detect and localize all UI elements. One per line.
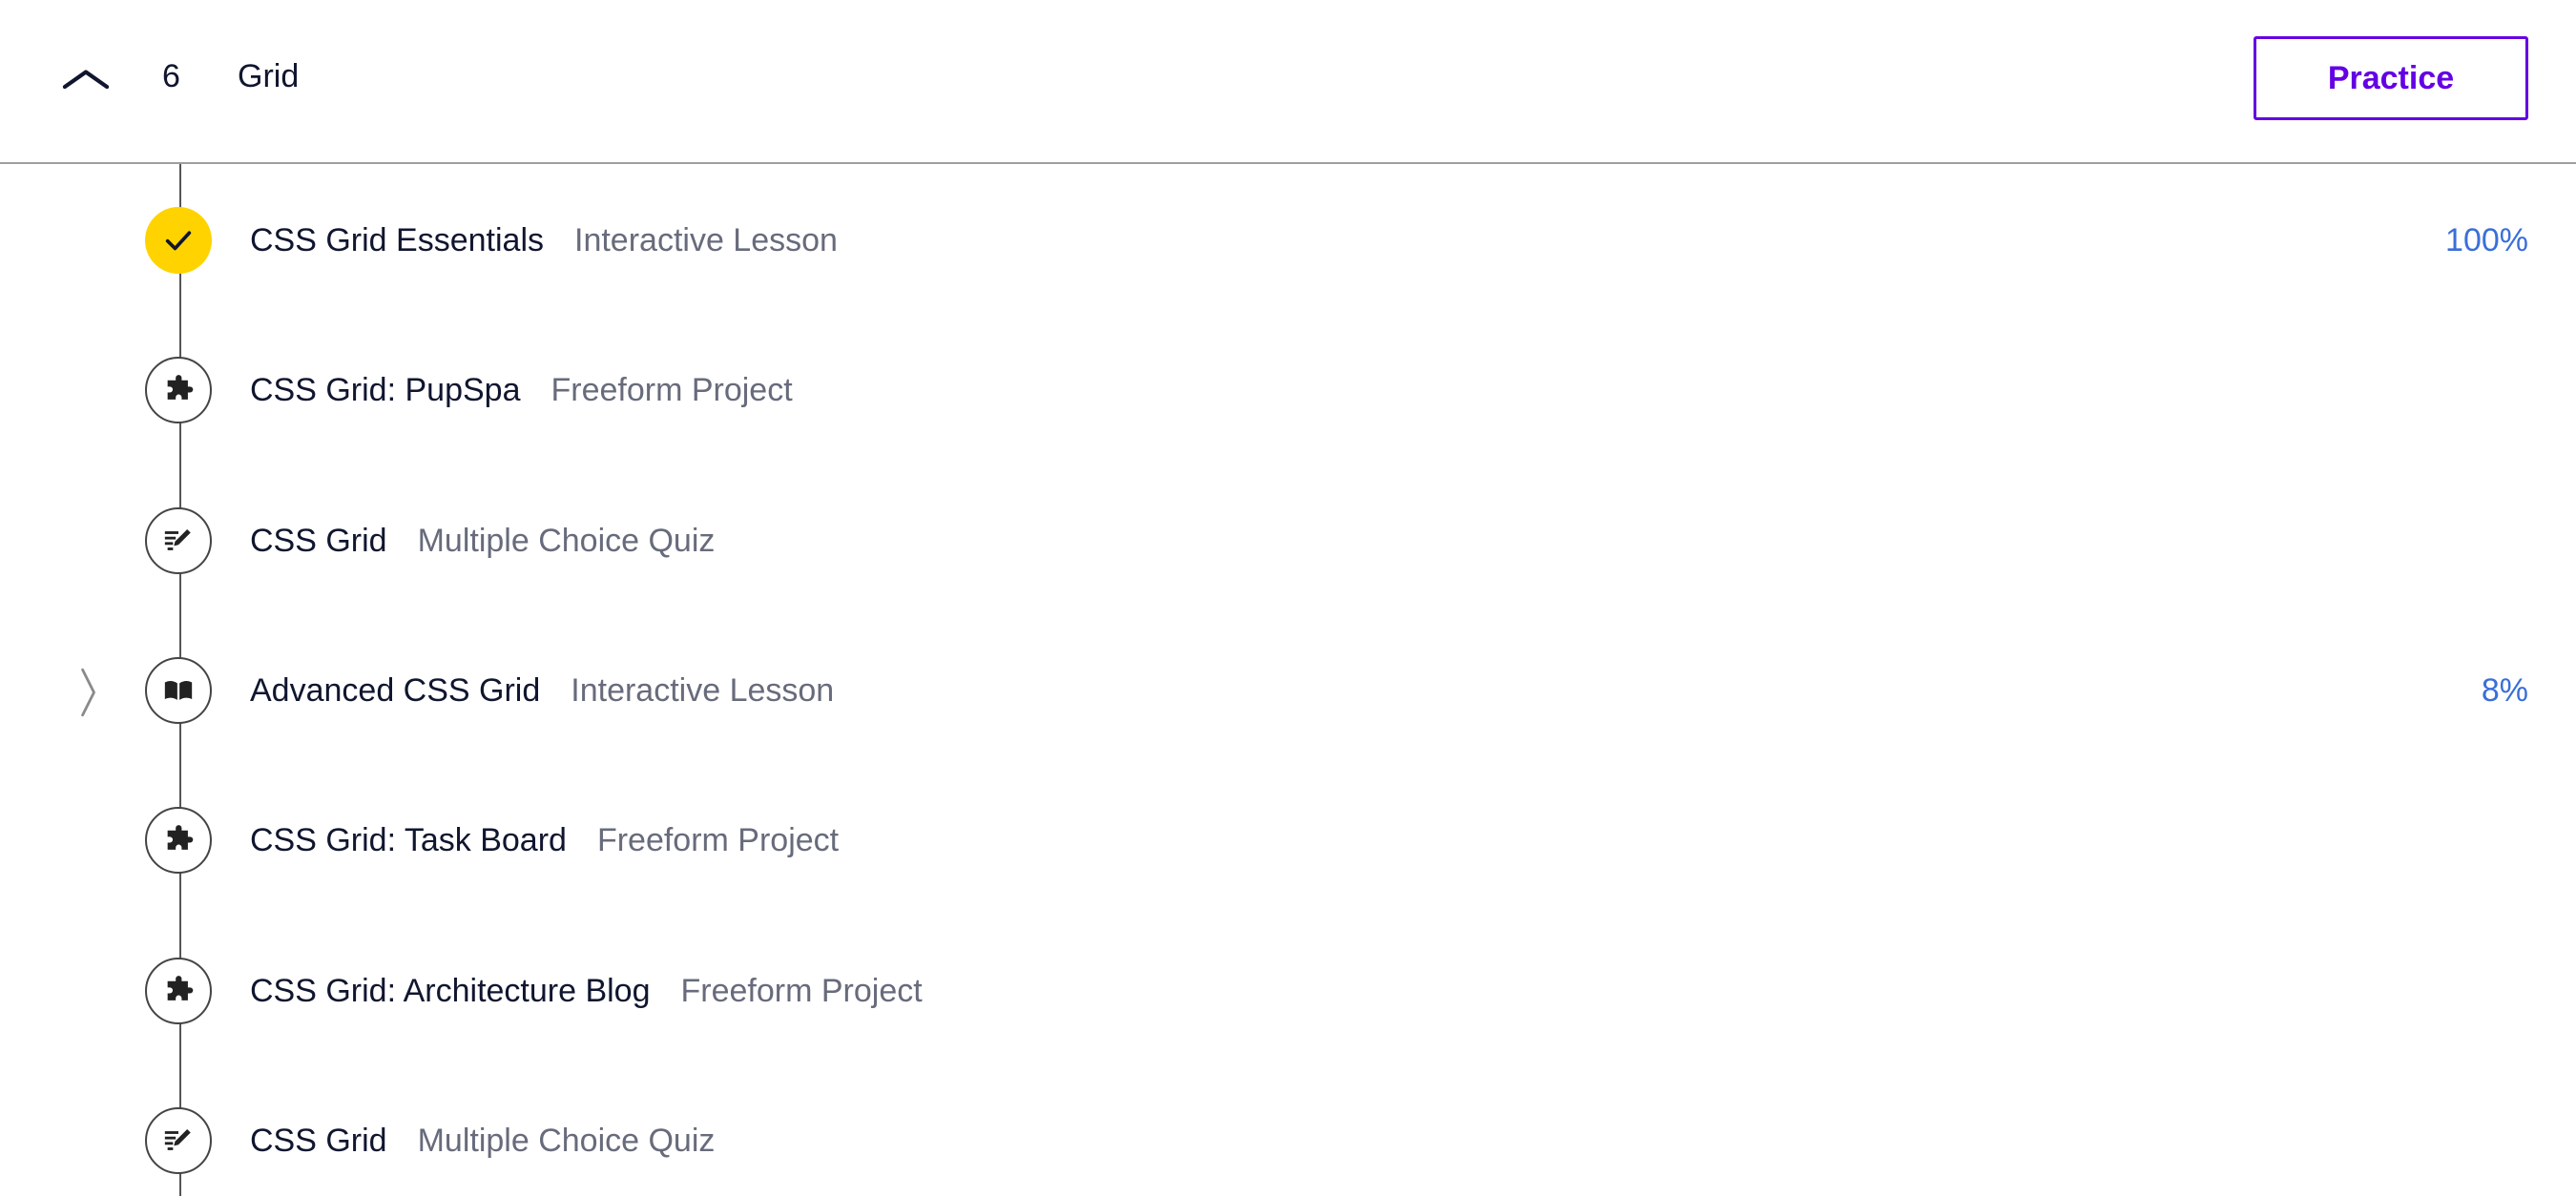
status-node <box>145 507 212 574</box>
puzzle-icon <box>162 975 195 1007</box>
list-item-css-grid-architecture-blog[interactable]: CSS Grid: Architecture Blog Freeform Proj… <box>0 938 2576 1043</box>
status-node <box>145 958 212 1024</box>
item-type: Multiple Choice Quiz <box>417 523 716 559</box>
progress-percent: 100% <box>2445 222 2528 258</box>
puzzle-icon <box>162 824 195 856</box>
item-name: CSS Grid <box>250 1123 387 1159</box>
quiz-pencil-icon <box>162 525 195 557</box>
item-title[interactable]: CSS Grid: PupSpa Freeform Project <box>250 368 793 412</box>
status-node <box>145 207 212 274</box>
item-type: Freeform Project <box>596 822 840 858</box>
item-type: Interactive Lesson <box>571 672 835 709</box>
content-list: CSS Grid Essentials Interactive Lesson 10… <box>0 0 2576 1196</box>
item-name: CSS Grid: PupSpa <box>250 372 521 408</box>
item-title[interactable]: CSS Grid Essentials Interactive Lesson <box>250 218 838 262</box>
status-node <box>145 807 212 874</box>
item-title[interactable]: CSS Grid: Task Board Freeform Project <box>250 818 839 862</box>
list-item-css-grid-quiz-2[interactable]: CSS Grid Multiple Choice Quiz <box>0 1088 2576 1193</box>
item-title[interactable]: CSS Grid Multiple Choice Quiz <box>250 1119 715 1163</box>
status-node <box>145 357 212 423</box>
list-item-css-grid-essentials[interactable]: CSS Grid Essentials Interactive Lesson 10… <box>0 188 2576 293</box>
expand-item-button[interactable] <box>71 669 105 716</box>
chevron-right-icon <box>77 667 98 718</box>
list-item-css-grid-quiz[interactable]: CSS Grid Multiple Choice Quiz <box>0 488 2576 593</box>
item-title[interactable]: Advanced CSS Grid Interactive Lesson <box>250 669 834 712</box>
puzzle-icon <box>162 374 195 406</box>
list-item-advanced-css-grid[interactable]: Advanced CSS Grid Interactive Lesson 8% <box>0 638 2576 743</box>
item-type: Freeform Project <box>551 372 793 408</box>
list-item-css-grid-task-board[interactable]: CSS Grid: Task Board Freeform Project <box>0 788 2576 893</box>
status-node <box>145 657 212 724</box>
item-name: CSS Grid <box>250 523 387 559</box>
list-item-css-grid-pupspa[interactable]: CSS Grid: PupSpa Freeform Project <box>0 338 2576 443</box>
status-node <box>145 1107 212 1174</box>
item-type: Multiple Choice Quiz <box>417 1123 716 1159</box>
item-name: CSS Grid: Task Board <box>250 822 567 858</box>
item-name: CSS Grid Essentials <box>250 222 544 258</box>
progress-percent: 8% <box>2481 672 2528 709</box>
book-icon <box>162 674 195 707</box>
item-title[interactable]: CSS Grid: Architecture Blog Freeform Proj… <box>250 969 923 1013</box>
item-title[interactable]: CSS Grid Multiple Choice Quiz <box>250 519 715 563</box>
item-name: Advanced CSS Grid <box>250 672 541 709</box>
item-name: CSS Grid: Architecture Blog <box>250 973 651 1009</box>
quiz-pencil-icon <box>162 1124 195 1157</box>
item-type: Freeform Project <box>680 973 923 1009</box>
item-type: Interactive Lesson <box>574 222 838 258</box>
check-icon <box>162 224 195 257</box>
